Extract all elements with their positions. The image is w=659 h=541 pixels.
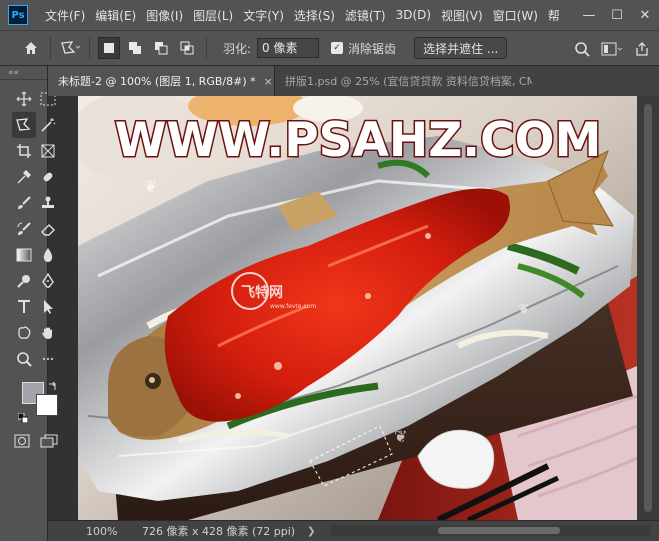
home-icon[interactable] <box>18 35 44 61</box>
gradient-tool-icon[interactable] <box>12 242 36 268</box>
swap-colors-icon[interactable] <box>48 380 58 394</box>
antialias-checkbox[interactable]: ✓ <box>331 42 344 54</box>
divider <box>206 37 207 59</box>
status-menu-icon[interactable]: ❯ <box>307 526 315 537</box>
divider <box>89 37 90 59</box>
crop-tool-icon[interactable] <box>12 138 36 164</box>
feather-input[interactable]: 0 像素 <box>257 38 320 58</box>
dodge-tool-icon[interactable] <box>12 268 36 294</box>
new-selection-icon[interactable] <box>98 37 120 59</box>
eraser-tool-icon[interactable] <box>36 216 60 242</box>
divider <box>50 37 51 59</box>
photoshop-logo-icon[interactable]: Ps <box>8 5 28 25</box>
watermark-text: WWW.PSAHZ.COM <box>115 113 602 168</box>
tab-untitled-2[interactable]: 未标题-2 @ 100% (图层 1, RGB/8#) * × <box>48 66 274 96</box>
select-and-mask-button[interactable]: 选择并遮住 ... <box>414 37 508 59</box>
menu-filter[interactable]: 滤镜(T) <box>340 7 391 24</box>
zoom-tool-icon[interactable] <box>12 346 36 372</box>
svg-text:www.fevte.com: www.fevte.com <box>270 303 316 310</box>
search-icon[interactable] <box>569 36 595 62</box>
menu-select[interactable]: 选择(S) <box>289 7 340 24</box>
menu-edit[interactable]: 编辑(E) <box>90 7 141 24</box>
intersect-selection-icon[interactable] <box>176 37 198 59</box>
tab-close-icon[interactable]: × <box>264 75 273 88</box>
collapse-panel-icon[interactable]: «« <box>0 66 47 80</box>
hand-tool-icon[interactable] <box>36 320 60 346</box>
tools-panel: «« <box>0 66 58 541</box>
share-icon[interactable] <box>629 36 655 62</box>
tab-label: 拼版1.psd @ 25% (宜信贷贷款 资料信贷档案, CM... <box>285 75 532 88</box>
menu-window[interactable]: 窗口(W) <box>488 7 543 24</box>
svg-text:飞特网: 飞特网 <box>241 284 283 301</box>
healing-brush-icon[interactable] <box>36 164 60 190</box>
menu-layer[interactable]: 图层(L) <box>188 7 238 24</box>
workspace-icon[interactable] <box>599 36 625 62</box>
scroll-thumb[interactable] <box>438 527 560 534</box>
maximize-button[interactable]: ☐ <box>603 0 631 30</box>
svg-text:❦: ❦ <box>144 177 157 196</box>
path-selection-icon[interactable] <box>36 294 60 320</box>
menu-view[interactable]: 视图(V) <box>436 7 488 24</box>
horizontal-scrollbar[interactable] <box>330 525 650 536</box>
shape-tool-icon[interactable] <box>12 320 36 346</box>
stamp-tool-icon[interactable] <box>36 190 60 216</box>
menu-image[interactable]: 图像(I) <box>141 7 188 24</box>
vertical-scrollbar[interactable] <box>637 96 659 520</box>
close-button[interactable]: ✕ <box>631 0 659 30</box>
document-info: 726 像素 x 428 像素 (72 ppi) <box>142 525 296 538</box>
svg-text:❦: ❦ <box>518 302 530 318</box>
color-swatches <box>0 378 58 430</box>
background-color-swatch[interactable] <box>36 394 58 416</box>
svg-text:❦: ❦ <box>394 427 407 446</box>
menu-3d[interactable]: 3D(D) <box>391 8 436 22</box>
antialias-label: 消除锯齿 <box>348 41 397 56</box>
scroll-thumb[interactable] <box>644 104 652 512</box>
pen-tool-icon[interactable] <box>36 268 60 294</box>
feather-label: 羽化: <box>223 41 252 56</box>
screen-mode-icon[interactable] <box>40 434 58 451</box>
zoom-level[interactable]: 100% <box>48 525 117 538</box>
menu-bar: Ps 文件(F) 编辑(E) 图像(I) 图层(L) 文字(Y) 选择(S) 滤… <box>0 0 659 30</box>
tab-pinban1[interactable]: 拼版1.psd @ 25% (宜信贷贷款 资料信贷档案, CM... <box>274 66 532 96</box>
lasso-tool-icon[interactable] <box>12 112 36 138</box>
default-colors-icon[interactable] <box>17 412 29 426</box>
frame-tool-icon[interactable] <box>36 138 60 164</box>
move-tool-icon[interactable] <box>12 86 36 112</box>
document-canvas[interactable]: ❦ ❦ ❦ 飞特网 www.fevte.com WWW.PSAHZ.COM <box>78 96 637 520</box>
subtract-selection-icon[interactable] <box>150 37 172 59</box>
menu-help[interactable]: 帮 <box>543 7 565 24</box>
minimize-button[interactable]: — <box>575 0 603 30</box>
add-selection-icon[interactable] <box>124 37 146 59</box>
eyedropper-icon[interactable] <box>12 164 36 190</box>
quick-mask-icon[interactable] <box>14 434 30 451</box>
document-tabs: 未标题-2 @ 100% (图层 1, RGB/8#) * × 拼版1.psd … <box>48 66 659 96</box>
more-tools-icon[interactable] <box>36 346 60 372</box>
menu-type[interactable]: 文字(Y) <box>238 7 289 24</box>
polygonal-lasso-icon[interactable] <box>57 35 83 61</box>
canvas-image: ❦ ❦ ❦ 飞特网 www.fevte.com WWW.PSAHZ.COM <box>78 96 637 520</box>
type-tool-icon[interactable] <box>12 294 36 320</box>
menu-file[interactable]: 文件(F) <box>40 7 90 24</box>
history-brush-icon[interactable] <box>12 216 36 242</box>
brush-tool-icon[interactable] <box>12 190 36 216</box>
options-bar: 羽化: 0 像素 ✓ 消除锯齿 选择并遮住 ... <box>0 30 659 66</box>
blur-tool-icon[interactable] <box>36 242 60 268</box>
magic-wand-icon[interactable] <box>36 112 60 138</box>
tab-label: 未标题-2 @ 100% (图层 1, RGB/8#) * <box>58 75 256 88</box>
